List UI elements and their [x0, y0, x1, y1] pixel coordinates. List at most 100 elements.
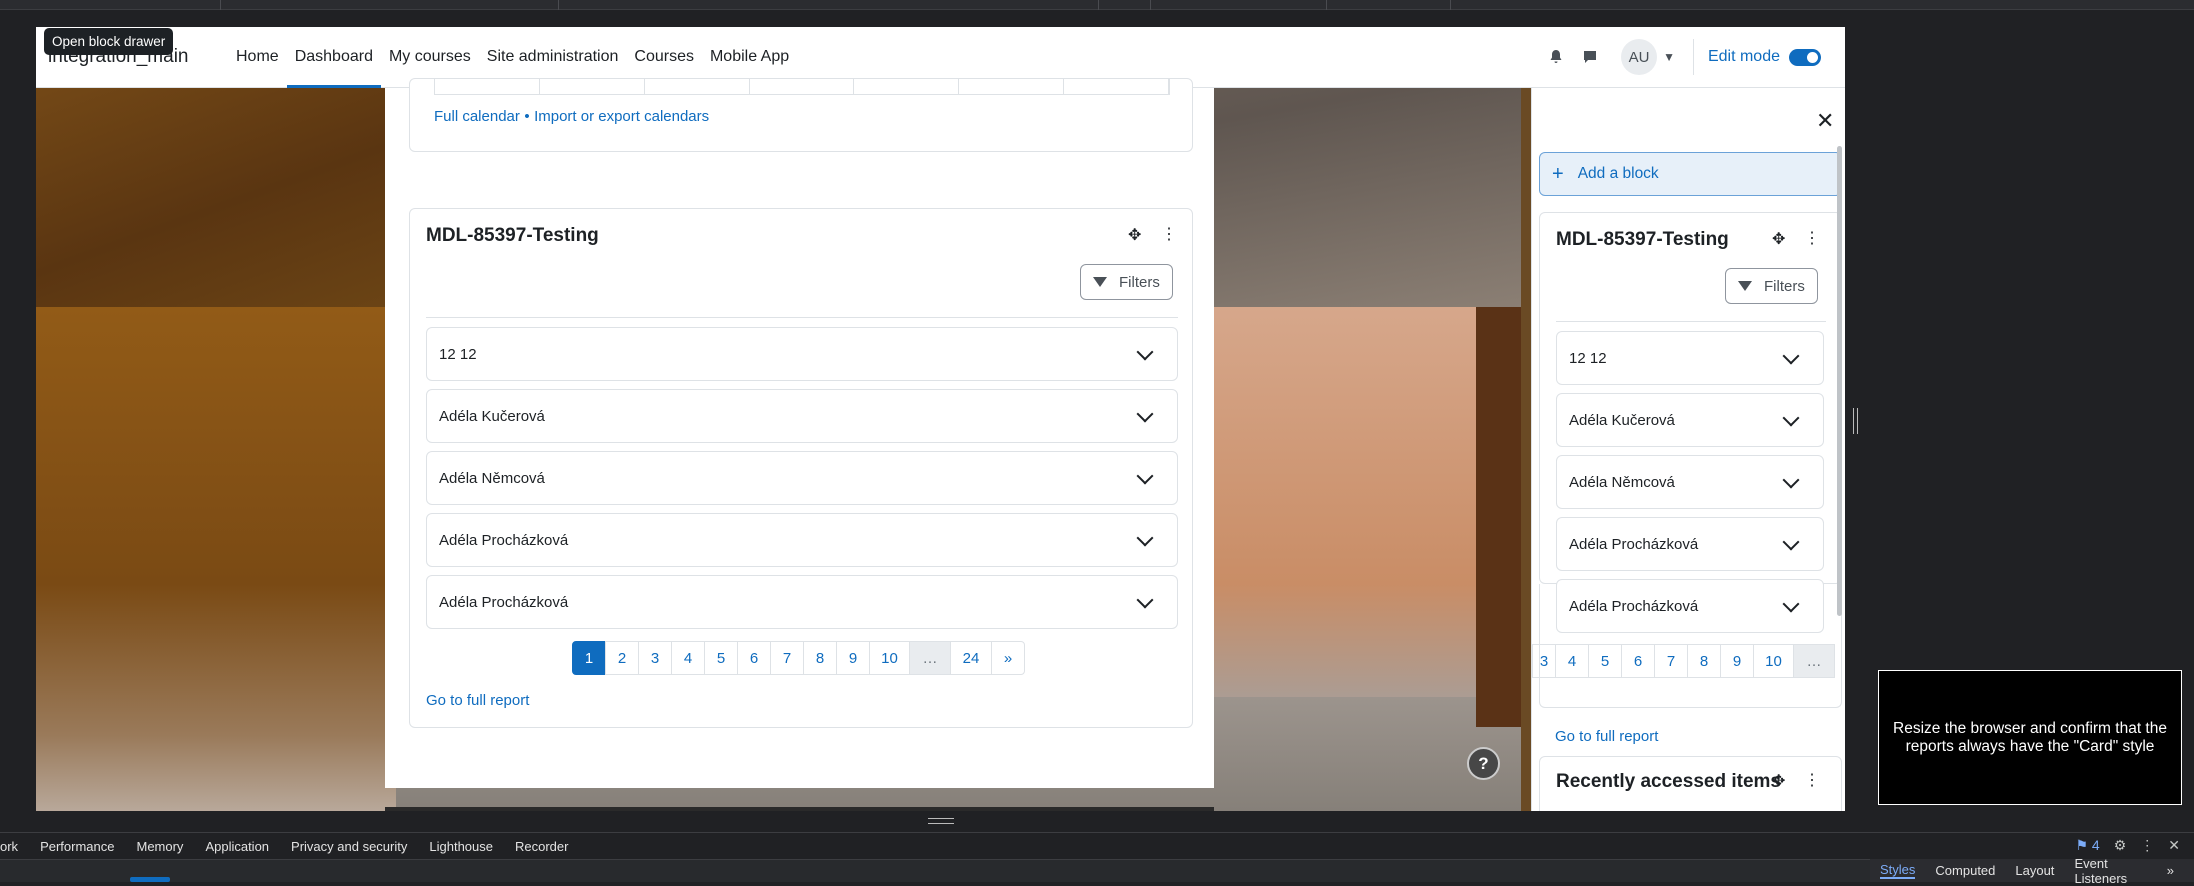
filters-button[interactable]: Filters: [1080, 264, 1173, 300]
selected-element-highlight: [130, 877, 170, 882]
import-export-calendars-link[interactable]: Import or export calendars: [534, 108, 709, 125]
recently-accessed-block: Recently accessed items ✥ ⋮: [1539, 756, 1842, 811]
page-link[interactable]: 2: [605, 641, 639, 675]
tab-styles[interactable]: Styles: [1880, 862, 1916, 879]
devtools-tab-memory[interactable]: Memory: [136, 839, 183, 854]
report-card-row[interactable]: Adéla Kučerová: [426, 389, 1178, 443]
report-card-row[interactable]: 12 12: [1556, 331, 1824, 385]
devtools-tab-lighthouse[interactable]: Lighthouse: [429, 839, 493, 854]
divider: [426, 317, 1178, 318]
pagination: 3 4 5 6 7 8 9 10 …: [1532, 644, 1835, 678]
more-tabs-icon[interactable]: »: [2167, 863, 2174, 878]
add-block-button[interactable]: + Add a block: [1539, 152, 1842, 196]
page-link[interactable]: 9: [1720, 644, 1754, 678]
report-card-row[interactable]: 12 12: [426, 327, 1178, 381]
filters-label: Filters: [1119, 273, 1160, 291]
issues-count: 4: [2091, 837, 2100, 853]
report-card-row[interactable]: Adéla Kučerová: [1556, 393, 1824, 447]
page-link[interactable]: 1: [572, 641, 606, 675]
page-link[interactable]: 3: [638, 641, 672, 675]
report-card-row[interactable]: Adéla Procházková: [1556, 517, 1824, 571]
report-block: MDL-85397-Testing ✥ ⋮ Filters 12 12 Adél…: [1539, 212, 1842, 633]
close-icon[interactable]: ✕: [2168, 837, 2180, 854]
report-card-row[interactable]: Adéla Procházková: [1556, 579, 1824, 633]
page-link[interactable]: 3: [1532, 644, 1556, 678]
page-ellipsis: …: [1793, 644, 1835, 678]
issues-icon[interactable]: ⚑ 4: [2075, 837, 2099, 854]
page-link[interactable]: 5: [1588, 644, 1622, 678]
chevron-down-icon: [1136, 343, 1154, 361]
block-drawer: ✕ + Add a block MDL-85397-Testing ✥ ⋮ Fil…: [1531, 88, 1845, 811]
devtools-panel: [0, 859, 2194, 882]
filters-button[interactable]: Filters: [1725, 268, 1818, 304]
more-actions-icon[interactable]: ⋮: [1161, 224, 1177, 244]
drawer-scrollbar[interactable]: [1837, 146, 1842, 616]
page-link[interactable]: 5: [704, 641, 738, 675]
chevron-down-icon: [1136, 591, 1154, 609]
page-viewport: integration_main Home Dashboard My cours…: [36, 27, 1845, 811]
chevron-down-icon: [1136, 529, 1154, 547]
bell-icon[interactable]: [1543, 44, 1569, 70]
page-link[interactable]: 10: [1753, 644, 1794, 678]
more-actions-icon[interactable]: ⋮: [1804, 228, 1820, 248]
report-card-row[interactable]: Adéla Procházková: [426, 513, 1178, 567]
resize-handle[interactable]: [1853, 408, 1858, 434]
devtools-tab-privacy[interactable]: Privacy and security: [291, 839, 407, 854]
link-separator: •: [524, 108, 530, 125]
calendar-block: Full calendar • Import or export calenda…: [409, 78, 1193, 152]
next-page-link[interactable]: »: [991, 641, 1025, 675]
gear-icon[interactable]: ⚙: [2114, 837, 2127, 854]
background-image: [36, 307, 396, 811]
more-actions-icon[interactable]: ⋮: [1804, 770, 1820, 790]
go-to-full-report-link[interactable]: Go to full report: [1555, 728, 1658, 745]
chevron-down-icon[interactable]: ▼: [1663, 50, 1675, 64]
close-icon[interactable]: ✕: [1816, 108, 1834, 134]
page-link[interactable]: 10: [869, 641, 910, 675]
resize-handle[interactable]: [928, 818, 954, 824]
report-card-row[interactable]: Adéla Němcová: [426, 451, 1178, 505]
filter-icon: [1738, 281, 1752, 291]
page-link[interactable]: 7: [770, 641, 804, 675]
devtools-tabbar: ork Performance Memory Application Priva…: [0, 832, 2194, 859]
page-link[interactable]: 4: [671, 641, 705, 675]
message-icon[interactable]: [1577, 44, 1603, 70]
block-title: Recently accessed items: [1556, 771, 1781, 792]
go-to-full-report-link[interactable]: Go to full report: [426, 692, 529, 709]
calendar-grid: [434, 79, 1170, 95]
report-card-row[interactable]: Adéla Procházková: [426, 575, 1178, 629]
nav-home[interactable]: Home: [228, 27, 287, 88]
main-content-edge: [385, 807, 1214, 811]
page-link[interactable]: 4: [1555, 644, 1589, 678]
tooltip: Open block drawer: [44, 28, 174, 55]
page-link[interactable]: 6: [737, 641, 771, 675]
more-options-icon[interactable]: ⋮: [2140, 837, 2154, 854]
devtools-tab-recorder[interactable]: Recorder: [515, 839, 568, 854]
move-icon[interactable]: ✥: [1128, 225, 1141, 245]
move-icon[interactable]: ✥: [1772, 229, 1785, 249]
page-link[interactable]: 8: [1687, 644, 1721, 678]
devtools-tab-performance[interactable]: Performance: [40, 839, 114, 854]
page-link[interactable]: 8: [803, 641, 837, 675]
tab-computed[interactable]: Computed: [1935, 863, 1995, 878]
page-link[interactable]: 24: [950, 641, 992, 675]
full-calendar-link[interactable]: Full calendar: [434, 108, 520, 125]
devtools-tab-application[interactable]: Application: [205, 839, 269, 854]
move-icon[interactable]: ✥: [1772, 771, 1785, 791]
devtools-tab-network[interactable]: ork: [0, 839, 18, 854]
page-link[interactable]: 6: [1621, 644, 1655, 678]
tab-event-listeners[interactable]: Event Listeners: [2074, 856, 2146, 886]
row-label: Adéla Procházková: [1569, 535, 1699, 553]
report-card-row[interactable]: Adéla Němcová: [1556, 455, 1824, 509]
page-link[interactable]: 9: [836, 641, 870, 675]
avatar[interactable]: AU: [1621, 39, 1658, 75]
divider: [1556, 321, 1826, 322]
edit-mode-toggle[interactable]: [1789, 48, 1821, 66]
row-label: Adéla Kučerová: [439, 407, 545, 425]
row-label: Adéla Procházková: [439, 593, 569, 611]
help-button[interactable]: ?: [1467, 747, 1500, 780]
chevron-down-icon: [1782, 595, 1800, 613]
nav-dashboard[interactable]: Dashboard: [286, 27, 381, 88]
tab-layout[interactable]: Layout: [2015, 863, 2054, 878]
page-link[interactable]: 7: [1654, 644, 1688, 678]
add-block-label: Add a block: [1577, 165, 1659, 182]
